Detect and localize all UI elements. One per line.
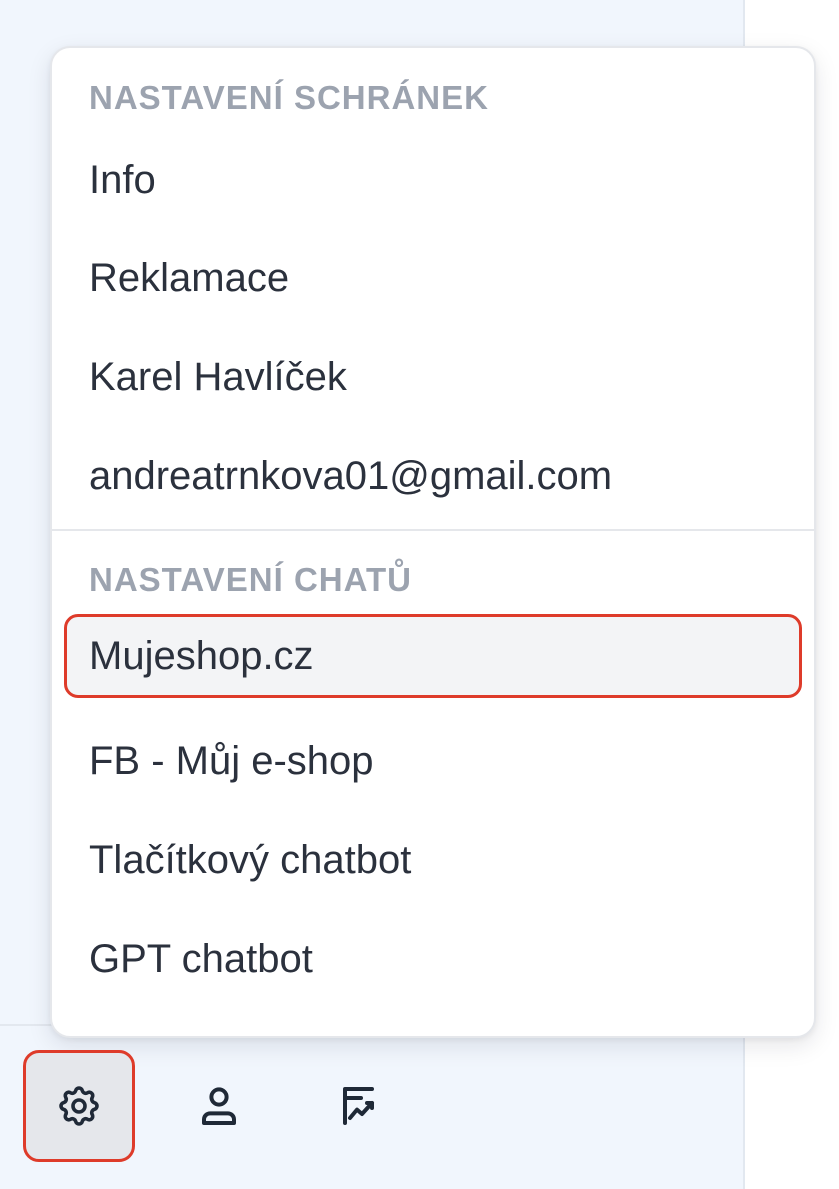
section-header-mailboxes: NASTAVENÍ SCHRÁNEK <box>89 79 489 116</box>
chart-signature-icon <box>343 1087 374 1125</box>
menu-item-chat-mujeshop[interactable]: Mujeshop.cz <box>64 614 802 698</box>
menu-item-mailbox-gmail[interactable]: andreatrnkova01@gmail.com <box>64 434 802 518</box>
menu-item-mailbox-karel-havlicek[interactable]: Karel Havlíček <box>64 335 802 419</box>
section-header-chats: NASTAVENÍ CHATŮ <box>89 561 412 598</box>
settings-button[interactable] <box>23 1050 135 1162</box>
menu-item-mailbox-reklamace[interactable]: Reklamace <box>64 236 802 320</box>
menu-item-label: Mujeshop.cz <box>89 633 314 678</box>
menu-item-label: Tlačítkový chatbot <box>89 837 412 882</box>
settings-dropdown-menu: NASTAVENÍ SCHRÁNEK Info Reklamace Karel … <box>50 46 816 1038</box>
gear-icon <box>59 1086 99 1126</box>
menu-item-label: Karel Havlíček <box>89 354 347 399</box>
profile-button[interactable] <box>163 1050 275 1162</box>
menu-item-label: andreatrnkova01@gmail.com <box>89 453 613 498</box>
menu-item-label: GPT chatbot <box>89 936 313 981</box>
menu-item-chat-button-chatbot[interactable]: Tlačítkový chatbot <box>64 818 802 902</box>
menu-item-chat-gpt-chatbot[interactable]: GPT chatbot <box>64 917 802 1001</box>
menu-item-label: Info <box>89 157 156 202</box>
menu-item-chat-fb[interactable]: FB - Můj e-shop <box>64 719 802 803</box>
menu-item-label: Reklamace <box>89 255 290 300</box>
reports-button[interactable] <box>302 1050 414 1162</box>
section-divider <box>52 529 814 531</box>
user-icon <box>202 1087 236 1125</box>
menu-item-label: FB - Můj e-shop <box>89 738 374 783</box>
menu-item-mailbox-info[interactable]: Info <box>64 138 802 222</box>
